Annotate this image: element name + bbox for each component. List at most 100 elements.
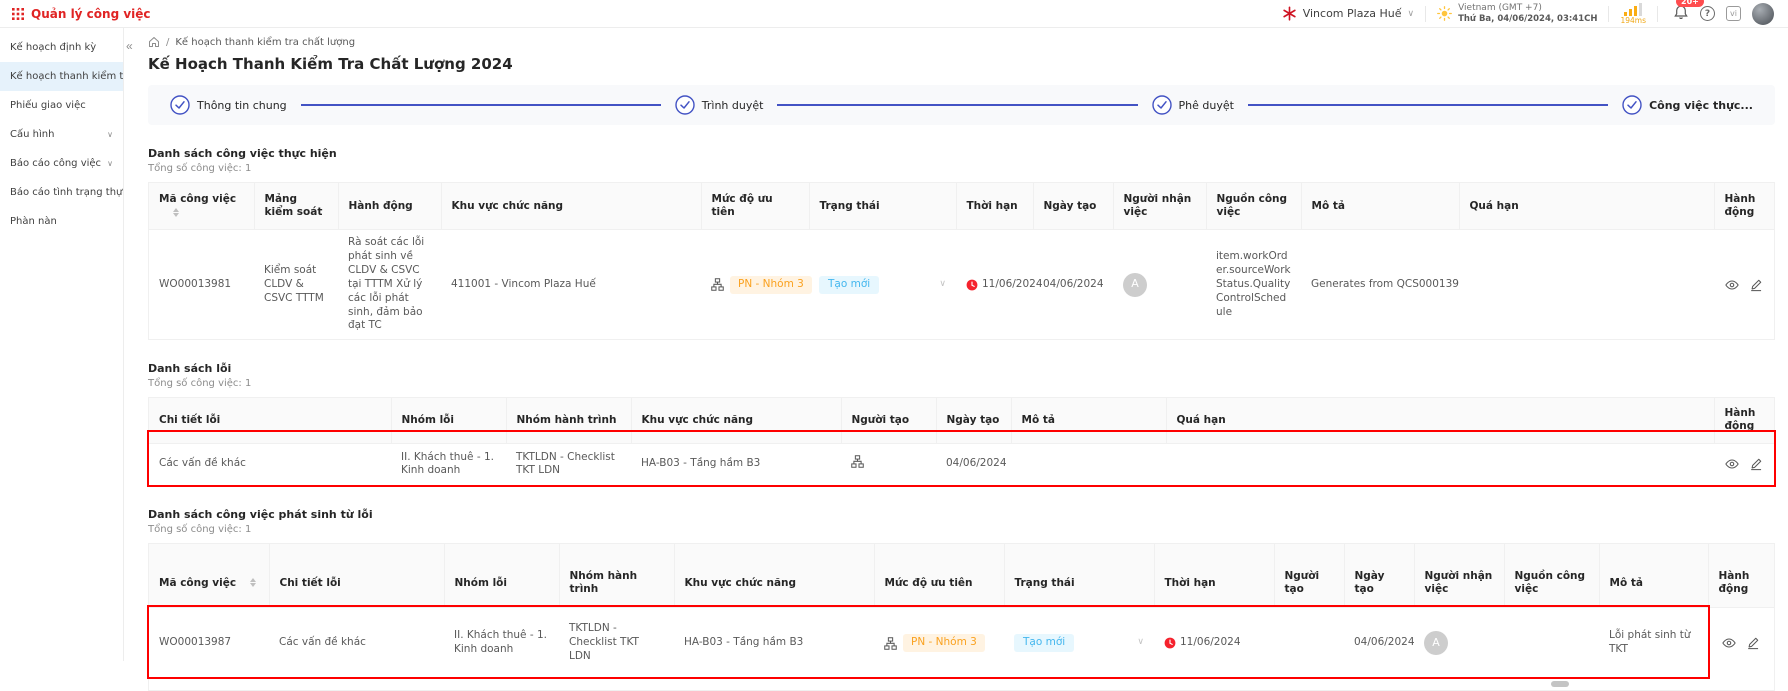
topbar: Quản lý công việc Vincom Plaza Huế ∨ — [0, 0, 1788, 28]
overdue-clock-icon — [966, 279, 978, 291]
column-header: Mô tả — [1301, 183, 1459, 230]
column-header: Nguồn công việc — [1206, 183, 1301, 230]
section-title: Danh sách công việc thực hiện — [148, 147, 1775, 160]
sidebar-item-label: Kế hoạch thanh kiểm tra chất... — [10, 71, 123, 82]
column-header: Quá hạn — [1166, 398, 1714, 443]
cell-control-area: Kiểm soát CLDV & CSVC TTTM — [254, 230, 338, 340]
step-trinh-duyet[interactable]: Trình duyệt — [675, 95, 764, 115]
view-button[interactable] — [1722, 636, 1736, 650]
cell-journey-group: TKTLDN - Checklist TKT LDN — [559, 608, 674, 678]
sidebar-item-label: Phiếu giao việc — [10, 100, 86, 111]
cell-description — [1011, 443, 1166, 485]
edit-button[interactable] — [1749, 278, 1763, 292]
cell-creator — [1274, 608, 1344, 678]
edit-button[interactable] — [1749, 457, 1763, 471]
column-header-sortable[interactable]: Mã công việc — [149, 544, 269, 608]
sidebar-collapse-button[interactable]: « — [126, 40, 133, 52]
view-button[interactable] — [1725, 278, 1739, 292]
cell-status: Tạo mới ∨ — [1004, 608, 1154, 678]
status-badge: Tạo mới — [1014, 634, 1074, 652]
cell-created-date: 04/06/2024 — [1344, 608, 1414, 678]
language-button[interactable]: vi — [1726, 6, 1741, 21]
section-title: Danh sách công việc phát sinh từ lỗi — [148, 508, 1775, 521]
column-header: Mô tả — [1011, 398, 1166, 443]
edit-button[interactable] — [1746, 636, 1760, 650]
notifications-button[interactable]: 20+ — [1673, 4, 1689, 23]
step-thong-tin-chung[interactable]: Thông tin chung — [170, 95, 287, 115]
chevron-down-icon[interactable]: ∨ — [1137, 637, 1144, 649]
column-header: Mức độ ưu tiên — [701, 183, 809, 230]
cell-description: Lỗi phát sinh từ TKT — [1599, 608, 1708, 678]
timezone-widget: Vietnam (GMT +7) Thứ Ba, 04/06/2024, 03:… — [1437, 3, 1597, 24]
cell-journey-group: TKTLDN - Checklist TKT LDN — [506, 443, 631, 485]
sort-icon — [250, 578, 256, 587]
sidebar-item-ke-hoach-thanh-kiem-tra[interactable]: Kế hoạch thanh kiểm tra chất... — [0, 62, 123, 91]
question-mark-icon: ? — [1705, 9, 1710, 19]
breadcrumb-current[interactable]: Kế hoạch thanh kiểm tra chất lượng — [175, 37, 355, 48]
cell-work-code: WO00013981 — [149, 230, 254, 340]
priority-badge: PN - Nhóm 3 — [903, 634, 985, 652]
sidebar-item-phan-nan[interactable]: Phàn nàn — [0, 207, 123, 236]
app-grid-icon[interactable] — [12, 8, 24, 20]
cell-work-source — [1504, 608, 1599, 678]
cell-actions — [1708, 608, 1774, 678]
column-header: Mức độ ưu tiên — [874, 544, 1004, 608]
assignee-avatar: A — [1123, 273, 1147, 297]
step-phe-duyet[interactable]: Phê duyệt — [1152, 95, 1234, 115]
column-header: Thời hạn — [956, 183, 1033, 230]
sidebar: Kế hoạch định kỳ Kế hoạch thanh kiểm tra… — [0, 28, 124, 661]
view-button[interactable] — [1725, 457, 1739, 471]
sidebar-item-ke-hoach-dinh-ky[interactable]: Kế hoạch định kỳ — [0, 33, 123, 62]
cell-work-source: item.workOrder.sourceWorkStatus.QualityC… — [1206, 230, 1301, 340]
scrollbar-thumb[interactable] — [1551, 681, 1569, 687]
check-circle-icon — [1152, 95, 1172, 115]
step-label: Công việc thực... — [1649, 99, 1753, 112]
chevron-down-icon: ∨ — [1407, 9, 1414, 19]
pencil-icon — [1749, 457, 1763, 471]
step-connector — [301, 104, 661, 106]
cell-functional-area: HA-B03 - Tầng hầm B3 — [631, 443, 841, 485]
column-header: Trạng thái — [809, 183, 956, 230]
user-avatar[interactable] — [1752, 3, 1774, 25]
section-tasks-from-errors: Danh sách công việc phát sinh từ lỗi Tổn… — [148, 508, 1775, 691]
column-header: Trạng thái — [1004, 544, 1154, 608]
notification-badge: 20+ — [1676, 0, 1704, 7]
home-icon[interactable] — [148, 36, 160, 48]
column-header: Nhóm hành trình — [506, 398, 631, 443]
sidebar-item-bao-cao-cong-viec[interactable]: Báo cáo công việc ∨ — [0, 149, 123, 178]
latency-value: 194ms — [1620, 17, 1646, 25]
step-cong-viec-thuc-hien[interactable]: Công việc thực... — [1622, 95, 1753, 115]
cell-work-code: WO00013987 — [149, 608, 269, 678]
signal-bars-icon — [1624, 3, 1642, 16]
divider — [1425, 6, 1426, 22]
deadline-date: 11/06/2024 — [982, 278, 1043, 292]
help-button[interactable]: ? — [1700, 6, 1715, 21]
column-header: Nhóm hành trình — [559, 544, 674, 608]
chevron-down-icon: ∨ — [107, 130, 113, 139]
column-header: Ngày tạo — [936, 398, 1011, 443]
cell-status: Tạo mới ∨ — [809, 230, 956, 340]
column-header: Người tạo — [841, 398, 936, 443]
assignee-avatar: A — [1424, 631, 1448, 655]
chevron-down-icon[interactable]: ∨ — [939, 279, 946, 291]
cell-assignee: A — [1113, 230, 1206, 340]
overdue-clock-icon — [1164, 637, 1176, 649]
sidebar-item-label: Cấu hình — [10, 129, 54, 140]
column-header: Nhóm lỗi — [391, 398, 506, 443]
breadcrumb-separator: / — [166, 37, 169, 48]
sidebar-item-phieu-giao-viec[interactable]: Phiếu giao việc — [0, 91, 123, 120]
cell-error-group: II. Khách thuê - 1. Kinh doanh — [444, 608, 559, 678]
horizontal-scrollbar — [149, 678, 1774, 690]
column-header: Khu vực chức năng — [631, 398, 841, 443]
cell-deadline: 11/06/2024 — [956, 230, 1033, 340]
sidebar-item-cau-hinh[interactable]: Cấu hình ∨ — [0, 120, 123, 149]
sidebar-item-bao-cao-tinh-trang[interactable]: Báo cáo tình trạng thực hiện ∨ — [0, 178, 123, 207]
sort-icon — [173, 208, 179, 217]
column-header: Hành động — [338, 183, 441, 230]
column-header: Người nhận việc — [1414, 544, 1504, 608]
column-header-sortable[interactable]: Mã công việc — [149, 183, 254, 230]
column-header: Chi tiết lỗi — [269, 544, 444, 608]
site-selector[interactable]: Vincom Plaza Huế ∨ — [1282, 6, 1414, 21]
cell-priority: PN - Nhóm 3 — [874, 608, 1004, 678]
column-header: Hành động — [1714, 183, 1774, 230]
